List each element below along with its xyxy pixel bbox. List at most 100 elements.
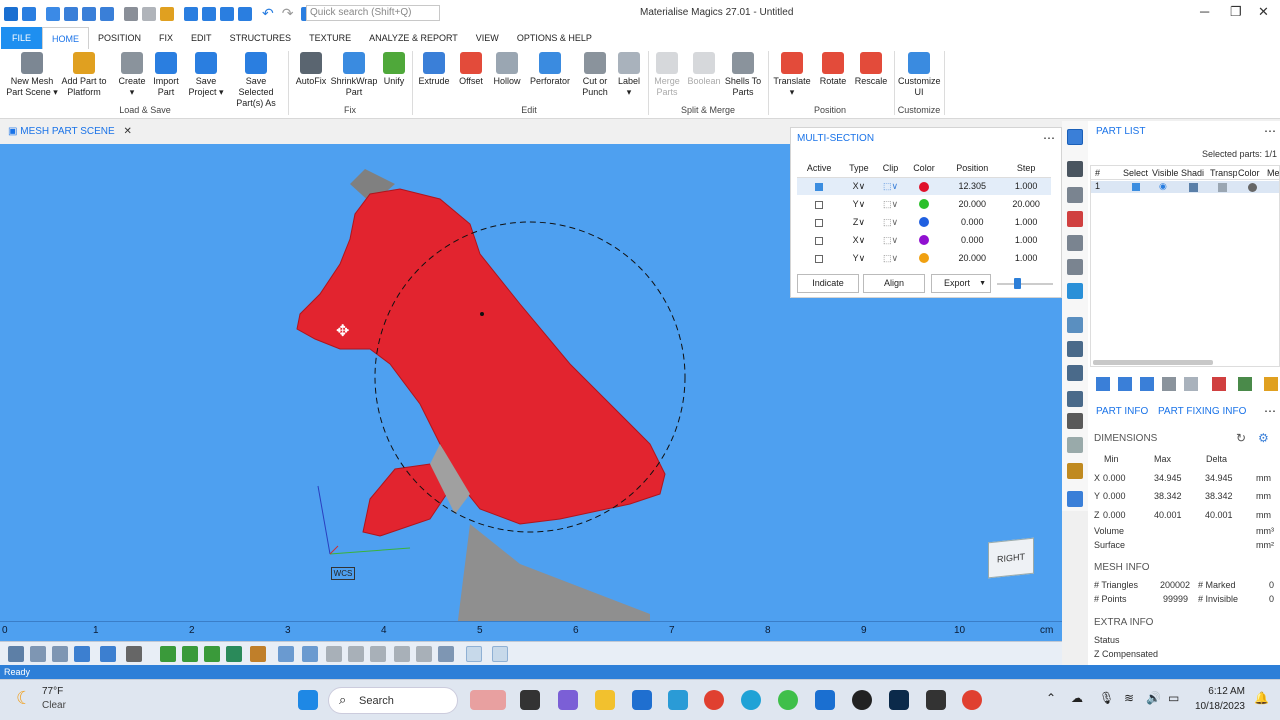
task-view-icon[interactable] [520, 690, 540, 710]
tab-fix[interactable]: FIX [150, 27, 182, 49]
close-icon[interactable]: ✕ [1258, 4, 1269, 20]
section-icon[interactable] [1067, 211, 1083, 227]
triangle-select-icon[interactable] [438, 646, 454, 662]
horizontal-scrollbar[interactable] [1093, 360, 1213, 365]
part-list-icon[interactable] [1067, 129, 1083, 145]
color-swatch[interactable] [918, 253, 929, 264]
visible-eye-icon[interactable]: ◉ [1159, 181, 1167, 192]
shading-icon[interactable] [126, 646, 142, 662]
perforator-button[interactable]: Perforator [528, 52, 572, 87]
step-value[interactable]: 1.000 [1001, 213, 1051, 231]
zoom-fit-icon[interactable] [52, 646, 68, 662]
mesh-view-icon[interactable] [348, 646, 364, 662]
add-part-to-platform-button[interactable]: Add Part to Platform [60, 52, 108, 98]
unmark-icon[interactable] [302, 646, 318, 662]
position-value[interactable]: 0.000 [943, 231, 1001, 249]
save-icon[interactable] [82, 6, 96, 21]
clip-icon[interactable]: ⬚∨ [883, 235, 898, 245]
quick-search-input[interactable]: Quick search (Shift+Q) [306, 5, 440, 21]
step-value[interactable]: 1.000 [1001, 249, 1051, 267]
info-icon[interactable] [1238, 377, 1252, 391]
tab-part-fixing-info[interactable]: PART FIXING INFO [1158, 406, 1246, 417]
network-tray-icon[interactable]: ☁ [1071, 691, 1083, 705]
select-sphere-icon[interactable] [226, 646, 242, 662]
volume-icon[interactable]: 🔊 [1146, 691, 1161, 705]
copy-icon[interactable] [1162, 377, 1176, 391]
active-checkbox[interactable] [815, 182, 824, 191]
column-header[interactable]: Transp [1210, 168, 1237, 178]
autofix-button[interactable]: AutoFix [294, 52, 328, 87]
battery-icon[interactable]: ▭ [1168, 691, 1179, 705]
box-icon[interactable] [1067, 259, 1083, 275]
microphone-icon[interactable]: 🎙 [1099, 691, 1114, 705]
color-swatch[interactable] [918, 181, 929, 192]
align-button[interactable]: Align [863, 274, 925, 293]
teams-icon[interactable] [558, 690, 578, 710]
color-swatch[interactable] [918, 217, 929, 228]
stamp-icon[interactable] [1067, 413, 1083, 429]
clip-icon[interactable]: ⬚∨ [883, 217, 898, 227]
slider-track[interactable] [997, 283, 1053, 285]
edge-icon[interactable] [741, 690, 761, 710]
zoom-icon[interactable] [8, 646, 24, 662]
minimize-icon[interactable]: ─ [1200, 4, 1209, 19]
offset-button[interactable]: Offset [456, 52, 486, 87]
save-project-icon[interactable] [184, 6, 198, 21]
perspective-icon[interactable] [100, 646, 116, 662]
table-row[interactable]: Y∨ ⬚∨ 20.000 20.000 [797, 195, 1051, 213]
chrome-profile-icon[interactable] [962, 690, 982, 710]
obs-icon[interactable] [852, 690, 872, 710]
tab-structures[interactable]: STRUCTURES [221, 27, 301, 49]
settings-icon[interactable]: ⚙ [1258, 431, 1269, 445]
redo-icon[interactable]: ↷ [282, 5, 294, 22]
clip-icon[interactable]: ⬚∨ [883, 199, 898, 209]
table-row[interactable]: 1 ◉ [1091, 181, 1279, 193]
clip-icon[interactable]: ⬚∨ [883, 181, 898, 191]
tab-mesh-part-scene[interactable]: ▣ MESH PART SCENE ✕ [8, 126, 132, 137]
file-explorer-icon[interactable] [595, 690, 615, 710]
texture-icon[interactable] [1067, 491, 1083, 507]
column-header[interactable]: Visible [1152, 168, 1179, 178]
indicate-button[interactable]: Indicate [797, 274, 859, 293]
step-value[interactable]: 20.000 [1001, 195, 1051, 213]
grid-view-icon[interactable] [370, 646, 386, 662]
open-icon[interactable] [46, 6, 60, 21]
type-dropdown[interactable]: Z∨ [841, 213, 876, 231]
export-dropdown[interactable]: Export ▼ [931, 274, 991, 293]
wireframe-icon[interactable] [326, 646, 342, 662]
active-checkbox[interactable] [815, 218, 824, 227]
cube-icon[interactable] [142, 6, 156, 21]
tab-edit[interactable]: EDIT [182, 27, 221, 49]
photoshop-icon[interactable] [889, 690, 909, 710]
column-header[interactable]: Shadi [1181, 168, 1208, 178]
tab-options-help[interactable]: OPTIONS & HELP [508, 27, 601, 49]
color-swatch[interactable] [918, 199, 929, 210]
table-row[interactable]: X∨ ⬚∨ 0.000 1.000 [797, 231, 1051, 249]
tab-position[interactable]: POSITION [89, 27, 150, 49]
position-value[interactable]: 20.000 [943, 195, 1001, 213]
refresh-icon[interactable]: ↻ [1236, 431, 1246, 445]
part-model[interactable] [296, 188, 666, 525]
position-value[interactable]: 20.000 [943, 249, 1001, 267]
column-header[interactable]: Color [1238, 168, 1260, 178]
zoom-window-icon[interactable] [30, 646, 46, 662]
boolean-button[interactable]: Boolean [686, 52, 722, 87]
ungroup-icon[interactable] [1140, 377, 1154, 391]
type-dropdown[interactable]: Y∨ [841, 195, 876, 213]
tab-view[interactable]: VIEW [467, 27, 508, 49]
active-mode2-icon[interactable] [492, 646, 508, 662]
line-icon[interactable] [1067, 317, 1083, 333]
magics-taskbar-icon[interactable] [815, 690, 835, 710]
capcut-icon[interactable] [926, 690, 946, 710]
add-icon[interactable] [1096, 377, 1110, 391]
duplicate-icon[interactable] [1184, 377, 1198, 391]
save-as-icon[interactable] [202, 6, 216, 21]
shrinkwrap-part-button[interactable]: ShrinkWrap Part [330, 52, 378, 98]
undo-icon[interactable]: ↶ [262, 5, 274, 22]
extrude-button[interactable]: Extrude [416, 52, 452, 87]
mesh-icon[interactable] [124, 6, 138, 21]
maximize-icon[interactable]: ❐ [1230, 4, 1242, 20]
snowflake-icon[interactable] [1067, 283, 1083, 299]
table-row[interactable]: Z∨ ⬚∨ 0.000 1.000 [797, 213, 1051, 231]
transparency-icon[interactable] [1218, 183, 1227, 192]
